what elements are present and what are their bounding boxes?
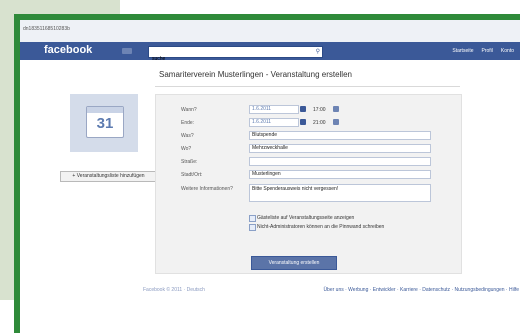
wall-posting-label: Nicht-Administratoren können an die Pinn…	[257, 224, 385, 230]
calendar-icon: 31	[86, 106, 124, 138]
page-title: Samariterverein Musterlingen - Veranstal…	[159, 70, 352, 79]
start-time[interactable]: 17:00	[313, 107, 326, 113]
end-date-input[interactable]: 1.6.2011	[249, 118, 299, 127]
label-end: Ende:	[181, 120, 195, 126]
end-time-dropdown-icon[interactable]	[333, 119, 339, 125]
page-footer: Facebook © 2011 · Deutsch Über uns · Wer…	[143, 287, 519, 297]
footer-copyright: Facebook © 2011 · Deutsch	[143, 287, 205, 293]
calendar-day: 31	[96, 115, 114, 132]
city-input[interactable]: Musterlingen	[249, 170, 431, 179]
label-street: Straße:	[181, 159, 198, 165]
end-time[interactable]: 21:00	[313, 120, 326, 126]
create-event-button[interactable]: Veranstaltung erstellen	[251, 256, 337, 270]
start-date-input[interactable]: 1.6.2011	[249, 105, 299, 114]
facebook-logo[interactable]: facebook	[44, 44, 92, 56]
browser-screen: dn18351168510283b facebook ⚲ Startseite …	[20, 20, 520, 333]
start-time-dropdown-icon[interactable]	[333, 106, 339, 112]
label-when: Wann?	[181, 107, 197, 113]
event-sidebar: 31 + Veranstaltungsliste hinzufügen	[20, 60, 157, 290]
what-input[interactable]: Blutspende	[249, 131, 431, 140]
add-to-event-list-button[interactable]: + Veranstaltungsliste hinzufügen	[60, 171, 157, 182]
title-divider	[155, 86, 460, 87]
screenshot-frame: dn18351168510283b facebook ⚲ Startseite …	[14, 14, 520, 333]
label-city: Stadt/Ort:	[181, 172, 203, 178]
search-box[interactable]: ⚲	[148, 46, 323, 64]
show-guestlist-checkbox[interactable]	[249, 215, 256, 222]
browser-address-bar[interactable]: dn18351168510283b	[20, 20, 520, 43]
nav-home[interactable]: Startseite	[452, 48, 473, 54]
event-picture-placeholder: 31	[70, 94, 138, 152]
search-icon[interactable]: ⚲	[316, 48, 320, 55]
label-what: Was?	[181, 133, 194, 139]
search-input[interactable]	[149, 54, 305, 64]
footer-links[interactable]: Über uns · Werbung · Entwickler · Karrie…	[323, 287, 519, 293]
wall-posting-checkbox[interactable]	[249, 224, 256, 231]
start-date-calendar-icon[interactable]	[300, 106, 306, 112]
end-date-calendar-icon[interactable]	[300, 119, 306, 125]
where-input[interactable]: Mehrzweckhalle	[249, 144, 431, 153]
label-info: Weitere Informationen?	[181, 186, 233, 192]
info-textarea[interactable]: Bitte Spenderausweis nicht vergessen!	[249, 184, 431, 202]
notifications-icon[interactable]	[122, 48, 132, 54]
nav-profile[interactable]: Profil	[482, 48, 493, 54]
show-guestlist-label: Gästeliste auf Veranstaltungsseite anzei…	[257, 215, 355, 221]
url-text: dn18351168510283b	[23, 26, 70, 32]
street-input[interactable]	[249, 157, 431, 166]
label-where: Wo?	[181, 146, 192, 152]
facebook-top-bar: facebook ⚲ Startseite Profil Konto	[20, 42, 520, 64]
nav-account[interactable]: Konto	[501, 48, 514, 54]
top-nav: Startseite Profil Konto	[452, 48, 514, 54]
event-form: Wann? 1.6.2011 17:00 Ende: 1.6.2011 21:0…	[155, 94, 462, 274]
